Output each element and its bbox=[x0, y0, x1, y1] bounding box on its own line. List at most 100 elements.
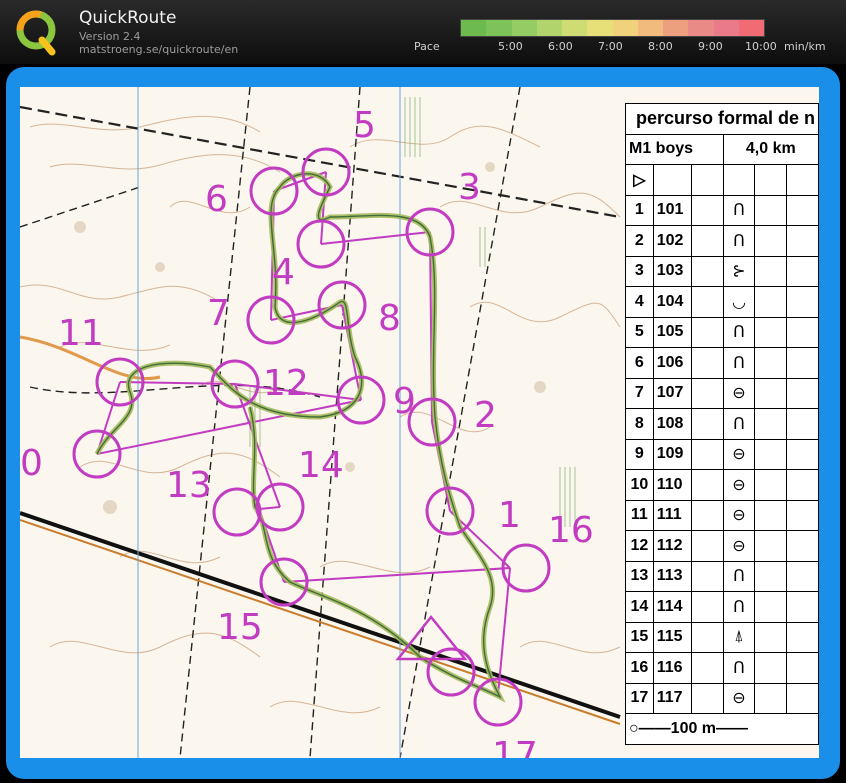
control-row: 4 104 ◡ bbox=[625, 286, 819, 318]
control-code: 104 bbox=[652, 286, 692, 318]
pace-label: Pace bbox=[414, 40, 440, 53]
empty-cell bbox=[690, 682, 724, 714]
pace-color-swatch bbox=[536, 20, 562, 36]
control-number: 4 bbox=[272, 252, 295, 293]
pace-color-swatch bbox=[461, 20, 487, 36]
empty-cell bbox=[754, 499, 788, 531]
control-row: 6 106 Ո bbox=[625, 347, 819, 379]
control-circles bbox=[72, 147, 551, 727]
feature-symbol: Ո bbox=[722, 347, 756, 379]
control-seq: 11 bbox=[625, 499, 654, 531]
feature-symbol: ⊱ bbox=[722, 255, 756, 287]
empty-cell bbox=[754, 438, 788, 470]
control-number: 12 bbox=[263, 363, 309, 404]
empty-cell bbox=[786, 377, 819, 409]
empty-cell bbox=[690, 560, 724, 592]
empty-cell bbox=[786, 194, 819, 226]
control-code: 105 bbox=[652, 316, 692, 348]
course-class: M1 boys bbox=[625, 133, 724, 165]
empty-cell bbox=[690, 255, 724, 287]
feature-symbol: Ո bbox=[722, 408, 756, 440]
control-number: 2 bbox=[474, 395, 497, 436]
control-code: 109 bbox=[652, 438, 692, 470]
empty-cell bbox=[754, 286, 788, 318]
empty-cell bbox=[690, 408, 724, 440]
control-code: 103 bbox=[652, 255, 692, 287]
empty-cell bbox=[690, 286, 724, 318]
pace-tick: 6:00 bbox=[548, 40, 573, 53]
empty-cell bbox=[786, 408, 819, 440]
control-seq: 5 bbox=[625, 316, 654, 348]
pace-color-swatch bbox=[663, 20, 689, 36]
control-seq: 14 bbox=[625, 591, 654, 623]
control-code: 115 bbox=[652, 621, 692, 653]
empty-cell bbox=[786, 499, 819, 531]
pace-tick: 8:00 bbox=[648, 40, 673, 53]
empty-cell bbox=[690, 652, 724, 684]
control-number: 16 bbox=[548, 510, 594, 551]
control-seq: 2 bbox=[625, 225, 654, 257]
feature-symbol: Ո bbox=[722, 225, 756, 257]
feature-symbol: ⍋ bbox=[722, 621, 756, 653]
empty-cell bbox=[786, 225, 819, 257]
empty-cell bbox=[786, 347, 819, 379]
control-number: 0 bbox=[20, 443, 43, 484]
app-title: QuickRoute bbox=[79, 8, 177, 28]
empty-cell bbox=[690, 316, 724, 348]
empty-cell bbox=[754, 377, 788, 409]
control-number: 8 bbox=[378, 298, 401, 339]
course-title: percurso formal de n bbox=[624, 103, 819, 135]
pace-tick: 10:00 bbox=[745, 40, 777, 53]
control-row: 2 102 Ո bbox=[625, 225, 819, 257]
control-code: 102 bbox=[652, 225, 692, 257]
control-code: 108 bbox=[652, 408, 692, 440]
feature-symbol: Ո bbox=[722, 652, 756, 684]
empty-cell bbox=[690, 438, 724, 470]
empty-cell bbox=[754, 530, 788, 562]
start-symbol: ▷ bbox=[625, 164, 654, 196]
control-seq: 8 bbox=[625, 408, 654, 440]
feature-symbol: Ո bbox=[722, 591, 756, 623]
pace-color-swatch bbox=[637, 20, 663, 36]
pace-color-swatch bbox=[688, 20, 714, 36]
control-code: 113 bbox=[652, 560, 692, 592]
empty-cell bbox=[690, 499, 724, 531]
control-code: 112 bbox=[652, 530, 692, 562]
control-row: 11 111 ⊖ bbox=[625, 499, 819, 531]
feature-symbol: ⊖ bbox=[722, 377, 756, 409]
feature-symbol: Ո bbox=[722, 560, 756, 592]
control-seq: 1 bbox=[625, 194, 654, 226]
control-number: 5 bbox=[353, 105, 376, 146]
control-code: 114 bbox=[652, 591, 692, 623]
scale-footer: ○——100 m—— bbox=[624, 713, 819, 745]
empty-cell bbox=[786, 469, 819, 501]
app-version: Version 2.4 bbox=[79, 30, 141, 43]
control-row: 1 101 Ո bbox=[625, 194, 819, 226]
course-length: 4,0 km bbox=[722, 133, 819, 165]
feature-symbol: ⊖ bbox=[722, 469, 756, 501]
control-number: 9 bbox=[393, 381, 416, 422]
control-number: 13 bbox=[166, 465, 212, 506]
pace-color-swatch bbox=[511, 20, 537, 36]
control-number: 6 bbox=[205, 179, 228, 220]
pace-color-swatch bbox=[587, 20, 613, 36]
orienteering-map[interactable]: 1 2 3 4 5 6 7 8 9 0 11 12 13 14 15 16 17… bbox=[20, 87, 819, 758]
control-seq: 10 bbox=[625, 469, 654, 501]
empty-cell bbox=[786, 591, 819, 623]
empty-cell bbox=[690, 194, 724, 226]
empty-cell bbox=[786, 530, 819, 562]
empty-cell bbox=[754, 591, 788, 623]
empty-cell bbox=[690, 469, 724, 501]
empty-cell bbox=[786, 652, 819, 684]
app-url-link[interactable]: matstroeng.se/quickroute/en bbox=[79, 43, 238, 56]
start-row: ▷ bbox=[625, 164, 819, 196]
feature-symbol: Ո bbox=[722, 194, 756, 226]
empty-cell bbox=[786, 286, 819, 318]
empty-cell bbox=[786, 438, 819, 470]
control-seq: 13 bbox=[625, 560, 654, 592]
control-seq: 4 bbox=[625, 286, 654, 318]
empty-cell bbox=[690, 347, 724, 379]
pace-color-scale bbox=[460, 19, 765, 37]
control-number: 7 bbox=[207, 293, 230, 334]
empty-cell bbox=[754, 682, 788, 714]
